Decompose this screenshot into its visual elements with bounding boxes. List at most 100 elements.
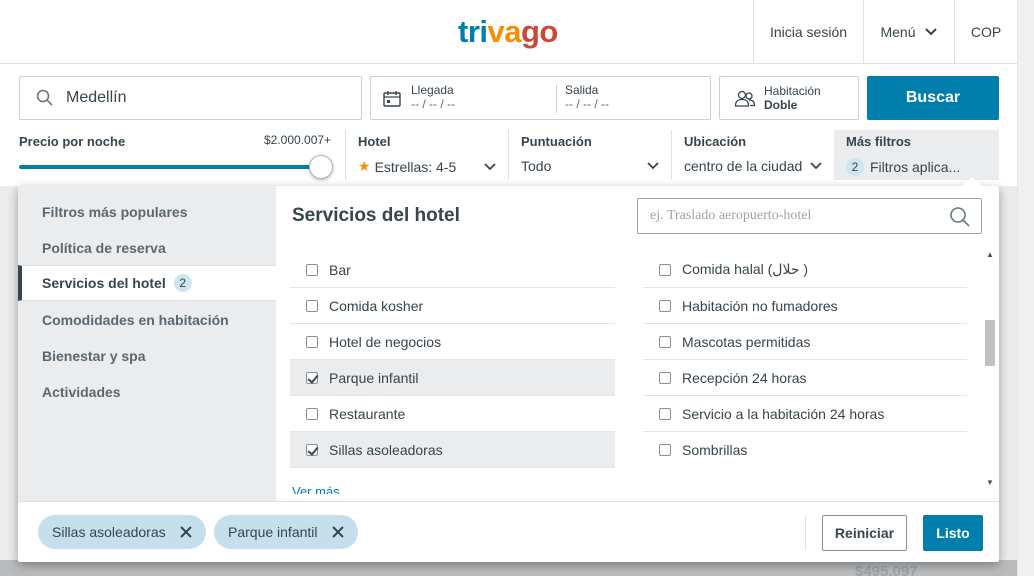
checkbox[interactable] <box>306 407 318 420</box>
checkbox[interactable] <box>306 335 318 348</box>
scroll-down-icon[interactable]: ▼ <box>986 478 994 487</box>
done-button[interactable]: Listo <box>923 515 983 551</box>
logo-part-1: tri <box>458 14 488 49</box>
filter-hotel-value: Estrellas: 4-5 <box>374 158 457 175</box>
logo-part-2: va <box>487 14 522 49</box>
active-filter-chip[interactable]: Sillas asoleadoras <box>38 515 206 549</box>
price-max: $2.000.007+ <box>264 133 332 147</box>
currency-button[interactable]: COP <box>954 0 1017 64</box>
amenity-option-business[interactable]: Hotel de negocios <box>290 324 615 360</box>
menu-button[interactable]: Menú <box>863 0 954 64</box>
trivago-logo[interactable]: trivago <box>458 14 558 50</box>
active-filter-chip[interactable]: Parque infantil <box>214 515 358 549</box>
price-slider-handle[interactable] <box>309 155 333 179</box>
panel-footer: Sillas asoleadoras Parque infantil Reini… <box>18 501 999 562</box>
checkbox[interactable] <box>659 335 671 348</box>
sidebar-item-popular[interactable]: Filtros más populares <box>18 194 276 230</box>
filter-location[interactable]: Ubicación centro de la ciudad <box>671 130 834 180</box>
filter-hotel-title: Hotel <box>358 134 391 149</box>
amenity-option-room-service[interactable]: Servicio a la habitación 24 horas <box>643 396 967 432</box>
checkin-value: -- / -- / -- <box>411 97 455 111</box>
amenity-option-pets[interactable]: Mascotas permitidas <box>643 324 967 360</box>
sidebar-item-booking-policy[interactable]: Política de reserva <box>18 230 276 266</box>
amenity-option-sunloungers[interactable]: Sillas asoleadoras <box>290 432 615 468</box>
amenity-search-input[interactable] <box>650 208 940 224</box>
amenity-search[interactable] <box>637 198 982 234</box>
price-slider-track[interactable] <box>19 165 322 169</box>
checkbox[interactable] <box>659 371 671 384</box>
options-scrollbar[interactable]: ▲ ▼ <box>982 248 998 492</box>
option-label: Hotel de negocios <box>329 333 442 350</box>
chip-label: Parque infantil <box>228 524 318 540</box>
option-label: Parque infantil <box>329 369 419 386</box>
filter-hotel[interactable]: Hotel ★ Estrellas: 4-5 <box>345 130 508 180</box>
date-picker[interactable]: Llegada -- / -- / -- Salida -- / -- / -- <box>370 76 711 120</box>
amenity-option-umbrellas[interactable]: Sombrillas <box>643 432 967 468</box>
filter-more-value: Filtros aplica... <box>870 159 961 175</box>
sidebar-item-badge: 2 <box>173 274 192 292</box>
search-icon <box>36 89 53 106</box>
sidebar-item-wellness[interactable]: Bienestar y spa <box>18 338 276 374</box>
amenity-option-halal[interactable]: Comida halal (حلال ) <box>643 252 967 288</box>
option-label: Servicio a la habitación 24 horas <box>682 405 885 422</box>
sidebar-item-label: Comodidades en habitación <box>42 312 229 328</box>
sidebar-item-label: Filtros más populares <box>42 204 188 220</box>
search-icon[interactable] <box>949 206 971 228</box>
filter-count-badge: 2 <box>846 158 864 176</box>
chevron-down-icon <box>810 162 822 170</box>
amenity-option-reception-24h[interactable]: Recepción 24 horas <box>643 360 967 396</box>
option-label: Sombrillas <box>682 442 748 458</box>
amenity-option-bar[interactable]: Bar <box>290 252 615 288</box>
close-icon[interactable] <box>331 526 344 538</box>
reset-button[interactable]: Reiniciar <box>822 515 907 551</box>
close-icon[interactable] <box>179 526 192 538</box>
checkbox-checked[interactable] <box>306 443 318 456</box>
checkbox[interactable] <box>659 299 671 312</box>
filter-rating[interactable]: Puntuación Todo <box>508 130 671 180</box>
checkin-field[interactable]: Llegada -- / -- / -- <box>411 83 455 111</box>
chip-label: Sillas asoleadoras <box>52 524 166 540</box>
amenity-option-kosher[interactable]: Comida kosher <box>290 288 615 324</box>
star-icon: ★ <box>358 158 371 174</box>
amenity-option-non-smoking[interactable]: Habitación no fumadores <box>643 288 967 324</box>
chevron-down-icon <box>484 162 496 170</box>
destination-input[interactable]: Medellín <box>19 76 362 120</box>
checkbox[interactable] <box>659 444 671 456</box>
checkbox[interactable] <box>306 263 318 276</box>
filter-location-value: centro de la ciudad <box>684 158 803 174</box>
checkout-value: -- / -- / -- <box>565 97 609 111</box>
checkbox[interactable] <box>659 263 671 276</box>
sidebar-item-room-amenities[interactable]: Comodidades en habitación <box>18 302 276 338</box>
option-label: Mascotas permitidas <box>682 333 811 350</box>
search-button[interactable]: Buscar <box>867 76 999 120</box>
see-more-link[interactable]: Ver más <box>292 484 340 494</box>
checkbox[interactable] <box>306 299 318 312</box>
filter-rating-value: Todo <box>521 158 552 174</box>
option-label: Habitación no fumadores <box>682 297 838 314</box>
option-label: Sillas asoleadoras <box>329 441 443 458</box>
sidebar-item-label: Bienestar y spa <box>42 348 146 364</box>
price-label: Precio por noche <box>19 134 126 149</box>
room-selector[interactable]: Habitación Doble <box>719 76 859 120</box>
currency-label: COP <box>970 24 1002 40</box>
sidebar-item-hotel-services[interactable]: Servicios del hotel 2 <box>18 265 276 301</box>
checkbox[interactable] <box>659 407 671 420</box>
sidebar-item-activities[interactable]: Actividades <box>18 374 276 410</box>
filter-more[interactable]: Más filtros 2 Filtros aplica... <box>834 130 999 180</box>
amenity-option-playground[interactable]: Parque infantil <box>290 360 615 396</box>
option-label: Bar <box>329 261 351 278</box>
amenity-option-restaurant[interactable]: Restaurante <box>290 396 615 432</box>
option-label: Comida kosher <box>329 297 424 314</box>
background-price: $495.097 <box>855 563 918 576</box>
checkbox-checked[interactable] <box>306 371 318 384</box>
scrollbar-thumb[interactable] <box>985 320 995 366</box>
filter-more-title: Más filtros <box>846 134 912 149</box>
option-label: Comida halal (حلال ) <box>682 261 809 277</box>
page-scrollbar[interactable] <box>1017 0 1034 576</box>
login-button[interactable]: Inicia sesión <box>753 0 863 64</box>
checkout-field[interactable]: Salida -- / -- / -- <box>565 83 609 111</box>
menu-label: Menú <box>880 24 916 40</box>
scroll-up-icon[interactable]: ▲ <box>986 250 994 259</box>
top-header: trivago Inicia sesión Menú COP <box>0 0 1017 64</box>
filter-rating-title: Puntuación <box>521 134 592 149</box>
